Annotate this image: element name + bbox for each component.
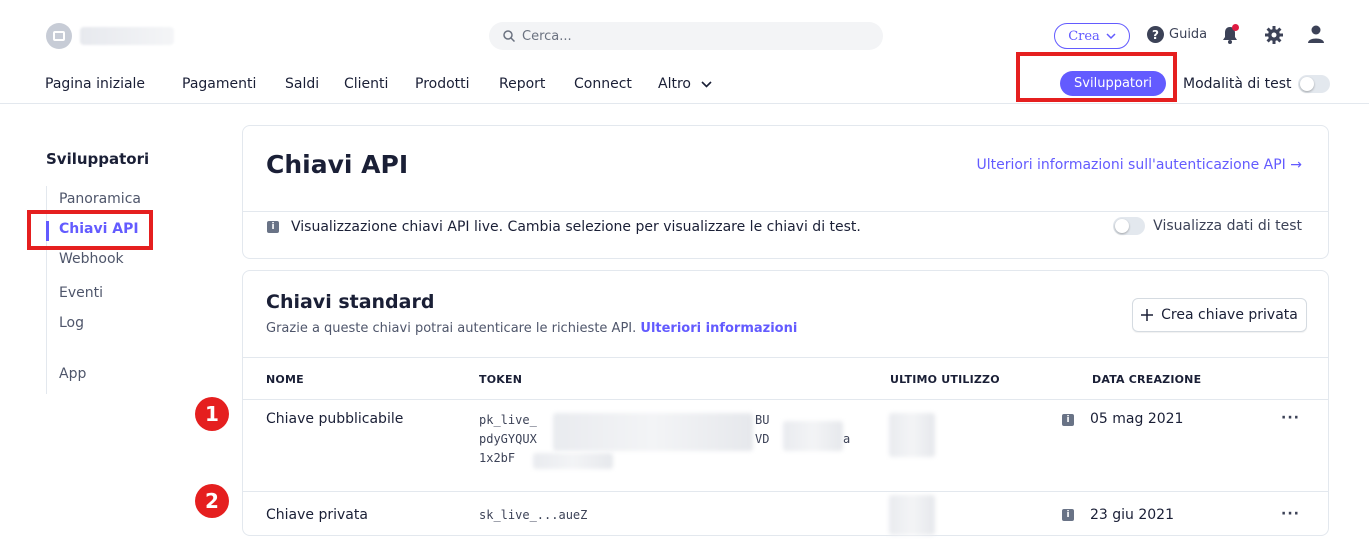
chevron-down-icon [1106,33,1116,40]
created-date: 05 mag 2021 [1090,411,1184,427]
question-icon: ? [1147,26,1164,43]
nav-customers[interactable]: Clienti [344,76,388,92]
gear-icon[interactable] [1264,25,1284,45]
view-test-data-label: Visualizza dati di test [1153,218,1302,234]
token-tail-line: a [843,432,851,446]
user-icon[interactable] [1306,24,1326,44]
token-line: pk_live_ [479,413,537,427]
account-name-redacted[interactable] [80,27,174,45]
search-icon [503,30,515,42]
last-used-redaction [889,413,935,457]
sidebar-item-overview[interactable]: Panoramica [59,191,141,207]
sidebar-item-webhook[interactable]: Webhook [59,251,124,267]
account-logo-icon[interactable] [46,23,72,49]
section-subtitle: Grazie a queste chiavi potrai autenticar… [266,321,797,336]
created-date: 23 giu 2021 [1090,507,1174,523]
last-used-redaction [889,495,935,535]
token-redaction [783,421,843,451]
annotation-badge-1: 1 [195,397,229,431]
info-icon: i [1062,414,1074,426]
key-name: Chiave privata [266,507,368,523]
standard-keys-card: Chiavi standard Grazie a queste chiavi p… [242,270,1329,536]
main-nav: Pagina iniziale Pagamenti Saldi Clienti … [0,52,1369,104]
create-secret-key-button[interactable]: Crea chiave privata [1132,298,1307,332]
token-redaction [533,453,613,469]
token-tail-line: VD [755,432,770,446]
column-header-created: DATA CREAZIONE [1092,373,1202,386]
sidebar-item-log[interactable]: Log [59,315,84,331]
sidebar-item-events[interactable]: Eventi [59,285,103,301]
nav-home[interactable]: Pagina iniziale [45,76,145,92]
token-tail-line: BU [755,413,770,427]
column-header-name: NOME [266,373,304,386]
column-header-token: TOKEN [479,373,523,386]
highlight-box-api-keys [27,210,153,250]
divider [243,491,1328,492]
nav-balances[interactable]: Saldi [285,76,319,92]
subtitle-text: Grazie a queste chiavi potrai autenticar… [266,321,637,336]
key-name: Chiave pubblicabile [266,411,404,427]
page-title: Chiavi API [266,150,409,179]
api-keys-card: Chiavi API Ulteriori informazioni sull'a… [242,125,1329,259]
auth-docs-link[interactable]: Ulteriori informazioni sull'autenticazio… [977,157,1303,173]
divider [243,399,1328,400]
row-menu-button[interactable]: ··· [1281,410,1300,426]
learn-more-link[interactable]: Ulteriori informazioni [640,321,797,336]
sidebar-title: Sviluppatori [46,150,150,168]
secret-key-token[interactable]: sk_live_...aueZ [479,506,587,525]
nav-reports[interactable]: Report [499,76,545,92]
view-test-data-toggle[interactable]: Visualizza dati di test [1113,217,1302,235]
divider [243,357,1328,358]
nav-payments[interactable]: Pagamenti [182,76,256,92]
annotation-badge-2: 2 [195,484,229,518]
column-header-last-used: ULTIMO UTILIZZO [890,373,1000,386]
token-line: 1x2bF [479,451,516,465]
search-placeholder: Cerca... [522,28,572,44]
notification-dot [1232,24,1239,31]
nav-more[interactable]: Altro [658,76,713,92]
publishable-key-token[interactable]: pk_live_ pdyGYQUX 1x2bF [479,411,537,468]
create-button[interactable]: Crea [1054,23,1130,49]
live-keys-notice-text: Visualizzazione chiavi API live. Cambia … [291,219,861,235]
chevron-down-icon [701,81,713,88]
search-input[interactable]: Cerca... [489,22,883,50]
token-redaction [553,413,753,451]
token-tail: BU VD [755,411,769,449]
nav-more-label: Altro [658,76,691,92]
test-mode-toggle[interactable]: Modalità di test [1183,75,1330,93]
create-secret-key-label: Crea chiave privata [1161,307,1298,323]
nav-products[interactable]: Prodotti [415,76,470,92]
row-menu-button[interactable]: ··· [1281,506,1300,522]
create-label: Crea [1068,28,1100,44]
info-icon: i [267,221,279,233]
live-keys-notice: i Visualizzazione chiavi API live. Cambi… [267,219,861,235]
toggle-switch[interactable] [1113,217,1146,235]
section-title: Chiavi standard [266,291,435,313]
info-icon: i [1062,509,1074,521]
help-label: Guida [1169,27,1208,42]
plus-icon [1141,309,1154,321]
highlight-box-developers [1016,52,1177,102]
toggle-switch[interactable] [1297,75,1330,93]
sidebar-item-app[interactable]: App [59,366,86,382]
divider [243,211,1328,212]
nav-connect[interactable]: Connect [574,76,632,92]
token-line: pdyGYQUX [479,432,537,446]
help-button[interactable]: ? Guida [1147,26,1207,43]
test-mode-label: Modalità di test [1183,76,1292,92]
